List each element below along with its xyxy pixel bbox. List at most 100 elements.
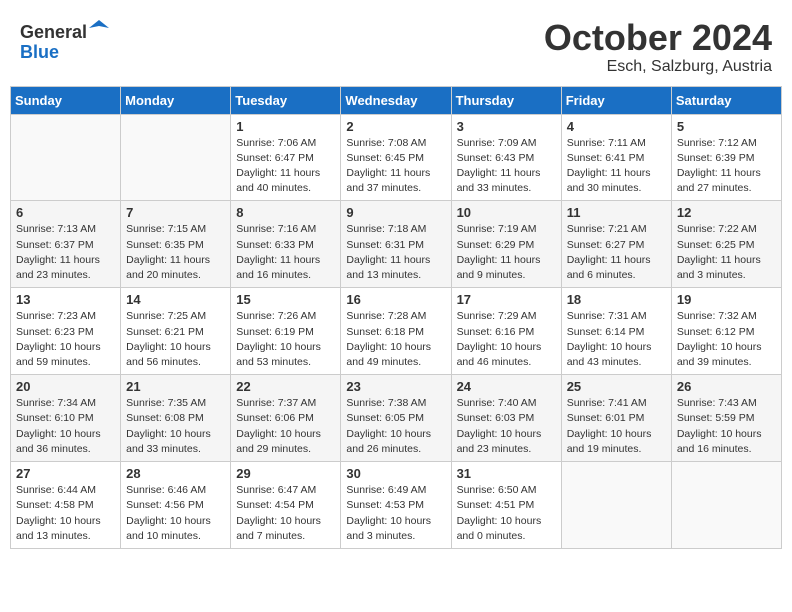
day-number: 4 xyxy=(567,119,666,134)
weekday-header-cell: Sunday xyxy=(11,86,121,114)
day-info: Sunrise: 7:38 AMSunset: 6:05 PMDaylight:… xyxy=(346,396,445,457)
calendar-day-cell: 13 Sunrise: 7:23 AMSunset: 6:23 PMDayligh… xyxy=(11,288,121,375)
calendar-day-cell: 29Sunrise: 6:47 AMSunset: 4:54 PMDayligh… xyxy=(231,462,341,549)
logo-bird-icon xyxy=(89,18,109,38)
logo: General Blue xyxy=(20,18,109,63)
day-number: 24 xyxy=(457,379,556,394)
calendar-day-cell: 4 Sunrise: 7:11 AMSunset: 6:41 PMDaylight… xyxy=(561,114,671,201)
weekday-header-cell: Tuesday xyxy=(231,86,341,114)
day-number: 28 xyxy=(126,466,225,481)
day-info: Sunrise: 7:18 AMSunset: 6:31 PMDaylight:… xyxy=(346,222,445,283)
calendar-day-cell: 24 Sunrise: 7:40 AMSunset: 6:03 PMDayligh… xyxy=(451,375,561,462)
day-number: 29 xyxy=(236,466,335,481)
calendar-day-cell: 6 Sunrise: 7:13 AMSunset: 6:37 PMDaylight… xyxy=(11,201,121,288)
day-number: 5 xyxy=(677,119,776,134)
day-info: Sunrise: 7:34 AMSunset: 6:10 PMDaylight:… xyxy=(16,396,115,457)
day-info: Sunrise: 7:23 AMSunset: 6:23 PMDaylight:… xyxy=(16,309,115,370)
calendar-week-row: 13 Sunrise: 7:23 AMSunset: 6:23 PMDayligh… xyxy=(11,288,782,375)
day-info: Sunrise: 7:32 AMSunset: 6:12 PMDaylight:… xyxy=(677,309,776,370)
calendar-day-cell: 9 Sunrise: 7:18 AMSunset: 6:31 PMDaylight… xyxy=(341,201,451,288)
calendar-day-cell: 27 Sunrise: 6:44 AMSunset: 4:58 PMDayligh… xyxy=(11,462,121,549)
day-info: Sunrise: 7:09 AMSunset: 6:43 PMDaylight:… xyxy=(457,136,556,197)
day-number: 30 xyxy=(346,466,445,481)
weekday-header-cell: Saturday xyxy=(671,86,781,114)
day-info: Sunrise: 7:25 AMSunset: 6:21 PMDaylight:… xyxy=(126,309,225,370)
logo-blue: Blue xyxy=(20,42,59,62)
day-info: Sunrise: 7:15 AMSunset: 6:35 PMDaylight:… xyxy=(126,222,225,283)
day-info: Sunrise: 7:41 AMSunset: 6:01 PMDaylight:… xyxy=(567,396,666,457)
day-info: Sunrise: 7:35 AMSunset: 6:08 PMDaylight:… xyxy=(126,396,225,457)
calendar-week-row: 20 Sunrise: 7:34 AMSunset: 6:10 PMDayligh… xyxy=(11,375,782,462)
day-info: Sunrise: 7:26 AMSunset: 6:19 PMDaylight:… xyxy=(236,309,335,370)
month-title: October 2024 xyxy=(544,18,772,58)
day-number: 16 xyxy=(346,292,445,307)
day-number: 17 xyxy=(457,292,556,307)
day-number: 26 xyxy=(677,379,776,394)
day-info: Sunrise: 6:44 AMSunset: 4:58 PMDaylight:… xyxy=(16,483,115,544)
calendar-day-cell: 30Sunrise: 6:49 AMSunset: 4:53 PMDayligh… xyxy=(341,462,451,549)
calendar-day-cell: 21Sunrise: 7:35 AMSunset: 6:08 PMDayligh… xyxy=(121,375,231,462)
day-number: 2 xyxy=(346,119,445,134)
day-info: Sunrise: 7:37 AMSunset: 6:06 PMDaylight:… xyxy=(236,396,335,457)
calendar-day-cell: 5Sunrise: 7:12 AMSunset: 6:39 PMDaylight… xyxy=(671,114,781,201)
day-number: 11 xyxy=(567,205,666,220)
calendar-day-cell: 28 Sunrise: 6:46 AMSunset: 4:56 PMDayligh… xyxy=(121,462,231,549)
day-number: 10 xyxy=(457,205,556,220)
calendar-day-cell: 14 Sunrise: 7:25 AMSunset: 6:21 PMDayligh… xyxy=(121,288,231,375)
calendar-day-cell: 22 Sunrise: 7:37 AMSunset: 6:06 PMDayligh… xyxy=(231,375,341,462)
day-number: 25 xyxy=(567,379,666,394)
calendar-week-row: 1 Sunrise: 7:06 AMSunset: 6:47 PMDaylight… xyxy=(11,114,782,201)
day-number: 1 xyxy=(236,119,335,134)
day-info: Sunrise: 7:06 AMSunset: 6:47 PMDaylight:… xyxy=(236,136,335,197)
page-header: General Blue October 2024 Esch, Salzburg… xyxy=(10,10,782,80)
day-number: 22 xyxy=(236,379,335,394)
day-info: Sunrise: 7:28 AMSunset: 6:18 PMDaylight:… xyxy=(346,309,445,370)
calendar-day-cell: 16 Sunrise: 7:28 AMSunset: 6:18 PMDayligh… xyxy=(341,288,451,375)
calendar-day-cell xyxy=(121,114,231,201)
calendar-day-cell xyxy=(671,462,781,549)
day-number: 7 xyxy=(126,205,225,220)
calendar-day-cell: 18Sunrise: 7:31 AMSunset: 6:14 PMDayligh… xyxy=(561,288,671,375)
calendar-day-cell: 25 Sunrise: 7:41 AMSunset: 6:01 PMDayligh… xyxy=(561,375,671,462)
logo-general: General xyxy=(20,22,87,42)
day-info: Sunrise: 7:29 AMSunset: 6:16 PMDaylight:… xyxy=(457,309,556,370)
weekday-header-cell: Thursday xyxy=(451,86,561,114)
day-info: Sunrise: 7:19 AMSunset: 6:29 PMDaylight:… xyxy=(457,222,556,283)
day-number: 23 xyxy=(346,379,445,394)
day-info: Sunrise: 7:43 AMSunset: 5:59 PMDaylight:… xyxy=(677,396,776,457)
calendar-day-cell xyxy=(11,114,121,201)
weekday-header-cell: Monday xyxy=(121,86,231,114)
day-info: Sunrise: 6:46 AMSunset: 4:56 PMDaylight:… xyxy=(126,483,225,544)
calendar-day-cell: 26 Sunrise: 7:43 AMSunset: 5:59 PMDayligh… xyxy=(671,375,781,462)
calendar-day-cell xyxy=(561,462,671,549)
day-number: 9 xyxy=(346,205,445,220)
day-number: 27 xyxy=(16,466,115,481)
day-info: Sunrise: 7:08 AMSunset: 6:45 PMDaylight:… xyxy=(346,136,445,197)
day-info: Sunrise: 6:50 AMSunset: 4:51 PMDaylight:… xyxy=(457,483,556,544)
weekday-header-cell: Friday xyxy=(561,86,671,114)
day-info: Sunrise: 7:13 AMSunset: 6:37 PMDaylight:… xyxy=(16,222,115,283)
calendar-day-cell: 19 Sunrise: 7:32 AMSunset: 6:12 PMDayligh… xyxy=(671,288,781,375)
day-number: 12 xyxy=(677,205,776,220)
day-number: 6 xyxy=(16,205,115,220)
calendar-body: 1 Sunrise: 7:06 AMSunset: 6:47 PMDaylight… xyxy=(11,114,782,548)
title-block: October 2024 Esch, Salzburg, Austria xyxy=(544,18,772,76)
day-info: Sunrise: 7:16 AMSunset: 6:33 PMDaylight:… xyxy=(236,222,335,283)
day-info: Sunrise: 7:40 AMSunset: 6:03 PMDaylight:… xyxy=(457,396,556,457)
calendar-day-cell: 15Sunrise: 7:26 AMSunset: 6:19 PMDayligh… xyxy=(231,288,341,375)
day-info: Sunrise: 7:11 AMSunset: 6:41 PMDaylight:… xyxy=(567,136,666,197)
day-number: 19 xyxy=(677,292,776,307)
weekday-header-cell: Wednesday xyxy=(341,86,451,114)
day-number: 3 xyxy=(457,119,556,134)
calendar-day-cell: 10 Sunrise: 7:19 AMSunset: 6:29 PMDayligh… xyxy=(451,201,561,288)
day-number: 31 xyxy=(457,466,556,481)
day-number: 14 xyxy=(126,292,225,307)
calendar-day-cell: 7 Sunrise: 7:15 AMSunset: 6:35 PMDaylight… xyxy=(121,201,231,288)
day-info: Sunrise: 7:31 AMSunset: 6:14 PMDaylight:… xyxy=(567,309,666,370)
weekday-header-row: SundayMondayTuesdayWednesdayThursdayFrid… xyxy=(11,86,782,114)
day-number: 13 xyxy=(16,292,115,307)
calendar-table: SundayMondayTuesdayWednesdayThursdayFrid… xyxy=(10,86,782,549)
calendar-day-cell: 2 Sunrise: 7:08 AMSunset: 6:45 PMDaylight… xyxy=(341,114,451,201)
calendar-day-cell: 20 Sunrise: 7:34 AMSunset: 6:10 PMDayligh… xyxy=(11,375,121,462)
day-number: 20 xyxy=(16,379,115,394)
